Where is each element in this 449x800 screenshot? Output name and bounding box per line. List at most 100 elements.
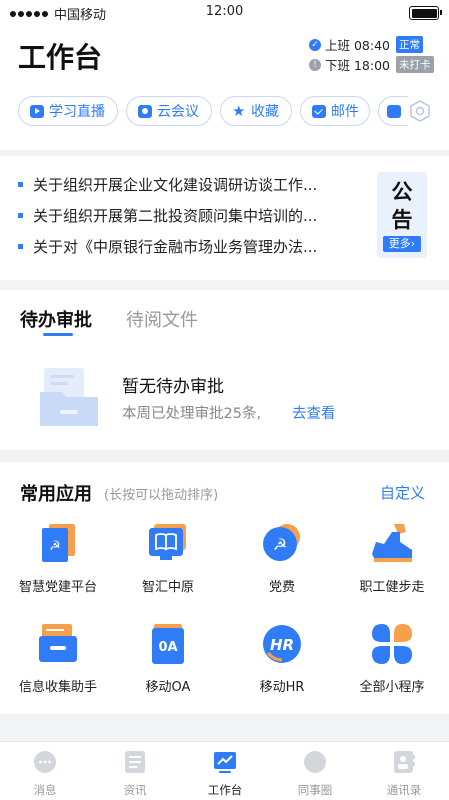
status-time: 12:00 bbox=[205, 4, 244, 19]
clock-in-status[interactable]: ✓ 上班 08:40 正常 bbox=[309, 35, 423, 54]
hr-glyph: HR bbox=[270, 636, 294, 654]
app-info-collection[interactable]: 信息收集助手 bbox=[2, 622, 114, 712]
bullet-icon bbox=[18, 244, 23, 249]
app-all-mini-programs[interactable]: 全部小程序 bbox=[336, 622, 448, 712]
star-icon: ★ bbox=[232, 101, 246, 120]
clock-out-status[interactable]: ! 下班 18:00 未打卡 bbox=[309, 55, 434, 74]
bullet-icon bbox=[18, 182, 23, 187]
approval-panel: 待办审批 待阅文件 暂无待办审批 本周已处理审批25条, 去查看 bbox=[0, 290, 449, 450]
app-label: 信息收集助手 bbox=[18, 680, 97, 695]
mail-icon bbox=[312, 104, 326, 118]
quick-link-label: 收藏 bbox=[251, 104, 279, 120]
app-zhihui-zhongyuan[interactable]: 智汇中原 bbox=[112, 522, 224, 612]
quick-link-meeting[interactable]: 云会议 bbox=[126, 96, 212, 126]
app-label: 党费 bbox=[268, 580, 295, 595]
app-label: 职工健步走 bbox=[359, 580, 425, 595]
all-apps-icon bbox=[372, 624, 412, 664]
oa-icon: 0A bbox=[152, 624, 184, 664]
tab-label: 通讯录 bbox=[386, 783, 422, 797]
svg-text:☭: ☭ bbox=[273, 535, 287, 554]
sneaker-icon bbox=[372, 524, 412, 562]
tab-contacts[interactable]: 通讯录 bbox=[359, 742, 449, 800]
bullet-icon bbox=[18, 213, 23, 218]
check-circle-icon: ✓ bbox=[309, 38, 321, 51]
app-label: 智慧党建平台 bbox=[18, 580, 97, 595]
bottom-tab-bar: 消息 资讯 工作台 同事圈 通讯录 bbox=[0, 741, 449, 800]
app-label: 智汇中原 bbox=[141, 580, 194, 595]
tab-label: 资讯 bbox=[123, 783, 147, 797]
announcement-word: 公 bbox=[391, 180, 413, 204]
tab-news[interactable]: 资讯 bbox=[90, 742, 180, 800]
tab-label: 消息 bbox=[33, 783, 57, 797]
party-fee-icon: ☭ bbox=[263, 524, 300, 561]
customize-button[interactable]: 自定义 bbox=[380, 482, 425, 503]
news-icon bbox=[125, 751, 145, 773]
tab-workbench[interactable]: 工作台 bbox=[180, 742, 270, 800]
notice-text: 关于组织开展企业文化建设调研访谈工作... bbox=[33, 176, 318, 194]
tab-pending-read[interactable]: 待阅文件 bbox=[126, 306, 198, 332]
page-title: 工作台 bbox=[18, 41, 103, 74]
empty-subtitle: 本周已处理审批25条, bbox=[122, 406, 262, 422]
common-apps-panel: 常用应用 (长按可以拖动排序) 自定义 ☭ 智慧党建平台 智汇中原 ☭ 党费 职… bbox=[0, 462, 449, 714]
clock-out-badge: 未打卡 bbox=[396, 56, 434, 73]
notice-board: 关于组织开展企业文化建设调研访谈工作... 关于组织开展第二批投资顾问集中培训的… bbox=[0, 156, 449, 280]
active-tab-indicator bbox=[43, 333, 73, 336]
header: 工作台 ✓ 上班 08:40 正常 ! 下班 18:00 未打卡 学习直播 云会… bbox=[0, 26, 449, 150]
alert-circle-icon: ! bbox=[309, 58, 321, 71]
inbox-tray-icon bbox=[39, 624, 77, 662]
quick-link-label: 云会议 bbox=[157, 104, 199, 120]
oa-glyph: 0A bbox=[158, 640, 177, 655]
play-icon bbox=[30, 104, 44, 118]
svg-text:☭: ☭ bbox=[49, 539, 61, 554]
notice-text: 关于对《中原银行金融市场业务管理办法... bbox=[33, 238, 318, 256]
empty-title: 暂无待办审批 bbox=[122, 377, 224, 397]
app-party-fee[interactable]: ☭ 党费 bbox=[226, 522, 338, 612]
quick-link-live[interactable]: 学习直播 bbox=[18, 96, 118, 126]
clock-in-label: 上班 08:40 bbox=[325, 38, 390, 53]
app-mobile-oa[interactable]: 0A 移动OA bbox=[112, 622, 224, 712]
tab-messages[interactable]: 消息 bbox=[0, 742, 90, 800]
section-title: 常用应用 bbox=[20, 484, 92, 505]
more-button[interactable]: 更多› bbox=[383, 236, 421, 252]
quick-link-mail[interactable]: 邮件 bbox=[300, 96, 370, 126]
quick-link-label: 邮件 bbox=[331, 104, 359, 120]
notice-item[interactable]: 关于对《中原银行金融市场业务管理办法... bbox=[18, 236, 317, 257]
app-mobile-hr[interactable]: HR 移动HR bbox=[226, 622, 338, 712]
tab-moments[interactable]: 同事圈 bbox=[270, 742, 360, 800]
announcement-card[interactable]: 公 告 更多› bbox=[377, 172, 427, 258]
hr-icon: HR bbox=[263, 625, 301, 663]
quick-links-bar: 学习直播 云会议 ★ 收藏 邮件 bbox=[0, 96, 449, 130]
app-label: 移动HR bbox=[259, 680, 305, 695]
app-label: 全部小程序 bbox=[359, 680, 425, 695]
quick-link-document[interactable] bbox=[378, 96, 408, 126]
view-processed-link[interactable]: 去查看 bbox=[292, 402, 336, 423]
announcement-word: 告 bbox=[391, 208, 413, 232]
quick-link-favorites[interactable]: ★ 收藏 bbox=[220, 96, 292, 126]
empty-folder-icon bbox=[40, 368, 98, 426]
book-monitor-icon bbox=[149, 524, 186, 560]
chevron-right-icon: › bbox=[410, 237, 416, 250]
meeting-icon bbox=[138, 104, 152, 118]
chat-bubble-icon bbox=[34, 751, 56, 773]
app-staff-walking[interactable]: 职工健步走 bbox=[336, 522, 448, 612]
notice-text: 关于组织开展第二批投资顾问集中培训的... bbox=[33, 207, 318, 225]
battery-icon bbox=[409, 6, 442, 20]
app-smart-party-building[interactable]: ☭ 智慧党建平台 bbox=[2, 522, 114, 612]
notice-item[interactable]: 关于组织开展企业文化建设调研访谈工作... bbox=[18, 174, 317, 195]
notice-item[interactable]: 关于组织开展第二批投资顾问集中培训的... bbox=[18, 205, 317, 226]
document-icon bbox=[387, 104, 401, 118]
tab-pending-approval[interactable]: 待办审批 bbox=[20, 306, 92, 332]
moments-icon bbox=[304, 751, 326, 773]
more-label: 更多 bbox=[388, 237, 411, 250]
workbench-icon bbox=[214, 752, 236, 773]
quick-link-label: 学习直播 bbox=[49, 104, 105, 120]
settings-hex-icon[interactable] bbox=[408, 99, 432, 123]
clock-out-label: 下班 18:00 bbox=[325, 58, 390, 73]
tab-label: 工作台 bbox=[207, 783, 243, 797]
section-hint: (长按可以拖动排序) bbox=[104, 488, 219, 503]
contacts-icon bbox=[394, 751, 415, 773]
party-building-icon: ☭ bbox=[42, 524, 75, 562]
app-label: 移动OA bbox=[145, 680, 191, 695]
clock-in-badge: 正常 bbox=[396, 36, 423, 53]
tab-label: 同事圈 bbox=[297, 783, 333, 797]
